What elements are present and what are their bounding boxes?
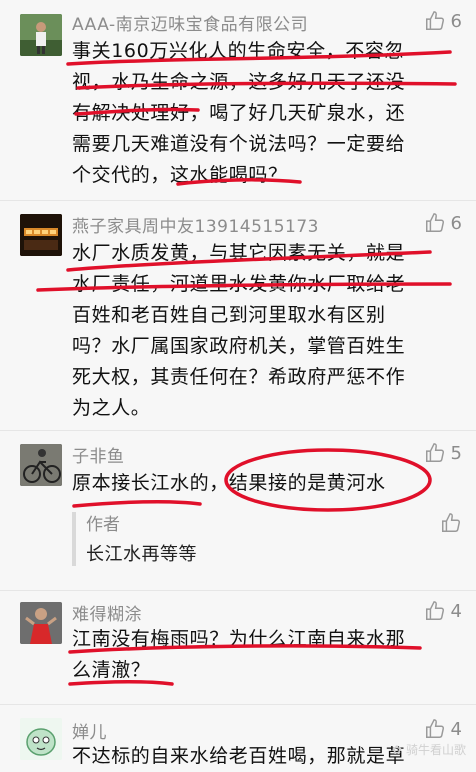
like-button[interactable]: 5: [424, 442, 462, 464]
thumbs-up-icon: [425, 443, 444, 462]
comment-author: 婵儿: [72, 723, 107, 743]
thumbs-up-icon: [425, 601, 444, 620]
thumbs-up-icon: [442, 513, 461, 532]
reply-text: 长江水再等等: [86, 544, 197, 565]
comment-author: AAA-南京迈味宝食品有限公司: [72, 15, 309, 35]
avatar[interactable]: [20, 718, 62, 760]
divider: [0, 200, 476, 201]
comment-body: 原本接长江水的，结果接的是黄河水: [72, 472, 386, 494]
comment-author: 燕子家具周中友13914515173: [72, 217, 319, 237]
like-count: 6: [450, 212, 462, 234]
like-button[interactable]: 4: [424, 600, 462, 622]
underline-mark: [72, 500, 202, 508]
divider: [0, 430, 476, 431]
divider: [0, 704, 476, 705]
watermark: ✿ 骑牛看山歌: [391, 742, 466, 758]
comment-author: 子非鱼: [72, 447, 125, 467]
reply-like-button[interactable]: [440, 512, 462, 534]
comment-author: 难得糊涂: [72, 605, 142, 625]
avatar[interactable]: [20, 214, 62, 256]
comment-body: 不达标的自来水给老百姓喝，那就是草: [72, 745, 406, 767]
comment-body: 水厂水质发黄，与其它因素无关，就是 水厂责任，河道里水发黄你水厂取给老 百姓和老…: [72, 242, 406, 419]
like-count: 6: [450, 10, 462, 32]
comment-body: 事关160万兴化人的生命安全，不容忽 视，水乃生命之源，这多好几天了还没 有解决…: [72, 40, 406, 186]
thumbs-up-icon: [425, 11, 444, 30]
divider: [0, 590, 476, 591]
comment-body: 江南没有梅雨吗？为什么江南自来水那 么清澈？: [72, 628, 406, 681]
like-count: 4: [450, 600, 462, 622]
watermark-icon: ✿: [391, 742, 402, 757]
thumbs-up-icon: [425, 719, 444, 738]
like-button[interactable]: 6: [424, 212, 462, 234]
avatar[interactable]: [20, 444, 62, 486]
avatar[interactable]: [20, 602, 62, 644]
like-button[interactable]: 4: [424, 718, 462, 740]
like-count: 5: [450, 442, 462, 464]
like-count: 4: [450, 718, 462, 740]
like-button[interactable]: 6: [424, 10, 462, 32]
reply-author: 作者: [86, 515, 120, 535]
avatar[interactable]: [20, 14, 62, 56]
thumbs-up-icon: [425, 213, 444, 232]
reply-quote-bar: [72, 512, 76, 566]
